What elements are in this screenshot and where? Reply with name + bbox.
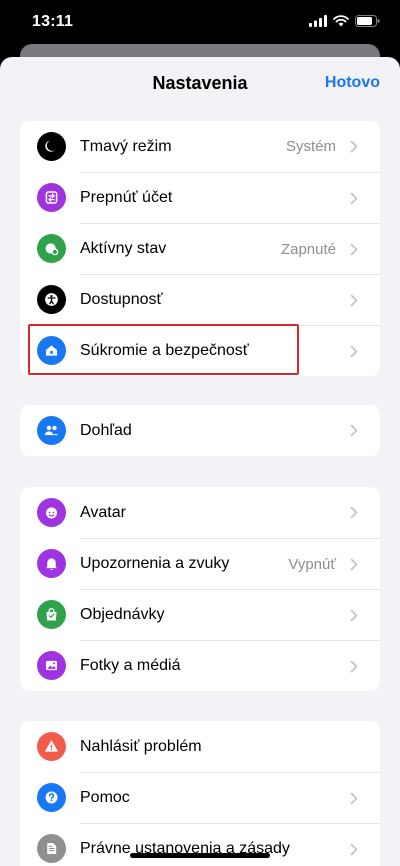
status-icons [309, 14, 380, 32]
chevron-right-icon [350, 140, 358, 153]
settings-group-support: Nahlásiť problém Pomoc Právne ustanoveni… [20, 721, 380, 866]
row-avatar[interactable]: Avatar [20, 487, 380, 538]
bell-icon [37, 549, 66, 578]
signal-icon [309, 14, 327, 32]
document-icon [37, 834, 66, 863]
row-legal-policies[interactable]: Právne ustanovenia a zásady [20, 823, 380, 866]
supervision-people-icon [37, 416, 66, 445]
row-notifications-sounds[interactable]: Upozornenia a zvuky Vypnúť [20, 538, 380, 589]
chevron-right-icon [350, 424, 358, 437]
navigation-bar: Nastavenia Hotovo [0, 57, 400, 109]
shopping-bag-icon [37, 600, 66, 629]
row-report-problem[interactable]: Nahlásiť problém [20, 721, 380, 772]
row-label: Nahlásiť problém [80, 737, 202, 755]
help-icon [37, 783, 66, 812]
row-label: Avatar [80, 503, 126, 521]
chevron-right-icon [350, 294, 358, 306]
chevron-right-icon [350, 506, 358, 519]
privacy-home-icon [37, 336, 66, 365]
avatar-face-icon [37, 498, 66, 527]
switch-account-icon [37, 183, 66, 212]
row-label: Dostupnosť [80, 291, 163, 308]
row-value: Systém [285, 138, 336, 155]
done-button[interactable]: Hotovo [325, 74, 380, 92]
row-label: Tmavý režim [80, 137, 172, 155]
row-label: Súkromie a bezpečnosť [80, 342, 249, 359]
status-time: 13:11 [32, 13, 74, 30]
row-photos-media[interactable]: Fotky a médiá [20, 640, 380, 691]
row-switch-account[interactable]: Prepnúť účet [20, 172, 380, 223]
row-dark-mode[interactable]: Tmavý režim Systém [20, 121, 380, 172]
chevron-right-icon [350, 660, 358, 672]
battery-icon [355, 14, 380, 32]
row-supervision[interactable]: Dohľad [20, 405, 380, 456]
photo-icon [37, 651, 66, 680]
row-label: Fotky a médiá [80, 657, 181, 674]
home-indicator [130, 853, 270, 858]
row-label: Aktívny stav [80, 240, 167, 257]
settings-group-general: Tmavý režim Systém Prepnúť účet Aktívny … [20, 121, 380, 376]
active-status-icon [37, 234, 66, 263]
row-label: Upozornenia a zvuky [80, 555, 230, 572]
chevron-right-icon [350, 243, 358, 255]
row-label: Objednávky [80, 606, 165, 623]
row-label: Dohľad [80, 421, 132, 439]
chevron-right-icon [350, 192, 358, 204]
chevron-right-icon [350, 792, 358, 804]
row-help[interactable]: Pomoc [20, 772, 380, 823]
chevron-right-icon [350, 609, 358, 621]
row-privacy-safety[interactable]: Súkromie a bezpečnosť [20, 325, 380, 376]
settings-group-supervision: Dohľad [20, 405, 380, 456]
warning-icon [37, 732, 66, 761]
row-active-status[interactable]: Aktívny stav Zapnuté [20, 223, 380, 274]
row-label: Prepnúť účet [80, 189, 173, 206]
row-accessibility[interactable]: Dostupnosť [20, 274, 380, 325]
row-label: Pomoc [80, 789, 130, 806]
accessibility-icon [37, 285, 66, 314]
row-orders[interactable]: Objednávky [20, 589, 380, 640]
chevron-right-icon [350, 843, 358, 855]
chevron-right-icon [350, 345, 358, 357]
chevron-right-icon [350, 558, 358, 570]
status-bar: 13:11 [0, 0, 400, 46]
row-value: Zapnuté [280, 240, 336, 258]
wifi-icon [333, 14, 349, 32]
settings-group-preferences: Avatar Upozornenia a zvuky Vypnúť Objedn… [20, 487, 380, 691]
moon-icon [37, 132, 66, 161]
row-value: Vypnúť [288, 555, 336, 573]
